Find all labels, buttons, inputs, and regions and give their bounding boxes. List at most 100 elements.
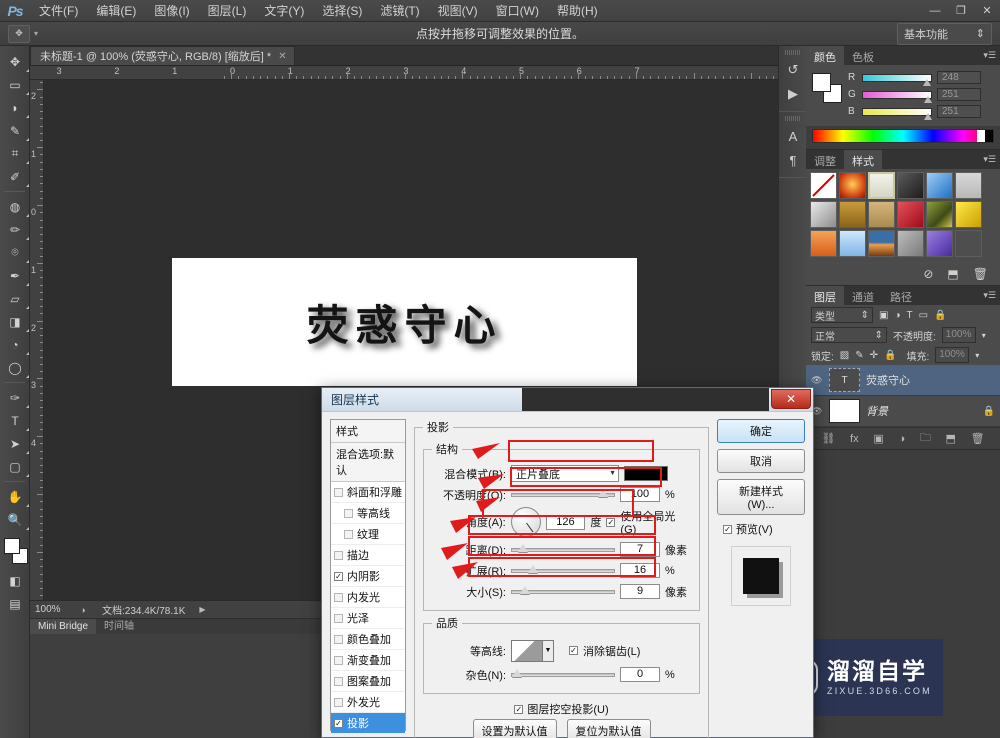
style-option-checkbox[interactable] [334,697,343,707]
maximize-button[interactable]: ❐ [948,0,974,22]
style-option-3[interactable]: 描边 [331,545,405,566]
style-option-7[interactable]: 颜色叠加 [331,629,405,650]
style-swatch-dark-texture[interactable] [897,172,924,199]
menu-item-4[interactable]: 文字(Y) [255,0,313,22]
type-tool[interactable]: T [0,409,30,432]
style-swatch-grey-flat[interactable] [955,172,982,199]
style-swatch-grey-bevel[interactable] [810,201,837,228]
channel-slider-knob[interactable] [924,95,933,103]
channel-slider-B[interactable] [862,107,933,120]
spread-value[interactable]: 16 [620,563,660,578]
style-option-checkbox[interactable] [344,508,353,518]
panel-menu-icon[interactable]: ▾☰ [983,290,996,301]
tab-layers-1[interactable]: 通道 [844,286,882,305]
close-icon[interactable]: ✕ [278,51,286,62]
opacity-slider[interactable] [511,488,615,497]
noise-value[interactable]: 0 [620,667,660,682]
style-swatch-purple-box[interactable] [926,230,953,257]
menu-item-3[interactable]: 图层(L) [199,0,256,22]
lock-position-icon[interactable]: ✛ [870,350,878,361]
tab-color-0[interactable]: 颜色 [806,46,844,65]
style-swatch-red-box[interactable] [897,201,924,228]
color-spectrum-ramp[interactable] [812,129,994,143]
style-swatch-blue-fold[interactable] [926,172,953,199]
menu-item-1[interactable]: 编辑(E) [87,0,145,22]
screen-mode-button[interactable]: ▤ [0,592,30,615]
size-slider-knob[interactable] [520,585,530,594]
style-option-11[interactable]: ✓ 投影 [331,713,405,734]
bottom-tab-1[interactable]: 时间轴 [96,619,142,635]
contour-preview[interactable] [511,639,543,662]
character-icon[interactable]: A [779,124,807,148]
crop-tool[interactable]: ⌗ [0,142,30,165]
hand-tool[interactable]: ✋ [0,485,30,508]
shadow-color-swatch[interactable] [624,466,668,481]
channel-value-R[interactable]: 248 [937,71,981,84]
black-chip[interactable] [985,130,993,142]
gradient-tool[interactable]: ◨ [0,310,30,333]
channel-slider-G[interactable] [862,90,933,103]
adjustment-layer-icon[interactable]: ◑ [898,433,905,445]
style-option-0[interactable]: 斜面和浮雕 [331,482,405,503]
layer-filter-type[interactable]: 类型 ⇕ [811,307,873,323]
foreground-background-color[interactable] [0,535,30,569]
layer-row[interactable]: 👁 T 荧惑守心 [806,365,1000,396]
history-brush-tool[interactable]: ✒ [0,264,30,287]
dodge-tool[interactable]: ◯ [0,356,30,379]
channel-slider-R[interactable] [862,73,932,86]
channel-slider-knob[interactable] [924,112,933,120]
actions-icon[interactable]: ▶ [779,82,807,106]
distance-slider[interactable] [511,543,615,552]
tab-layers-2[interactable]: 路径 [882,286,920,305]
style-option-2[interactable]: 纹理 [331,524,405,545]
angle-dial[interactable] [510,507,541,537]
panel-grip[interactable] [785,116,800,121]
fill-caret-icon[interactable]: ▾ [975,351,979,360]
angle-value[interactable]: 126 [545,514,586,530]
foreground-color-swatch[interactable] [4,538,20,554]
tab-color-1[interactable]: 色板 [844,46,882,65]
eraser-tool[interactable]: ▱ [0,287,30,310]
layer-mask-icon[interactable]: ▣ [873,432,883,445]
layer-row[interactable]: 👁 背景 🔒 [806,396,1000,427]
style-option-checkbox[interactable] [334,655,343,665]
lock-image-icon[interactable]: ✎ [855,350,863,361]
filter-shape-icon[interactable]: ▭ [919,310,928,321]
fill-value[interactable]: 100% [935,347,970,363]
style-option-checkbox[interactable] [334,676,343,686]
document-tab[interactable]: 未标题-1 @ 100% (荧惑守心, RGB/8) [缩放后] * ✕ [30,46,295,65]
clone-stamp-tool[interactable]: ⌾ [0,241,30,264]
style-option-checkbox[interactable] [334,550,343,560]
style-swatch-sky-gradient[interactable] [839,230,866,257]
style-swatch-camo-pattern[interactable] [926,201,953,228]
style-swatch-tan-gradient[interactable] [839,201,866,228]
style-option-checkbox[interactable]: ✓ [334,571,343,581]
noise-slider[interactable] [511,668,615,677]
menu-item-9[interactable]: 帮助(H) [548,0,607,22]
menu-item-8[interactable]: 窗口(W) [487,0,548,22]
reset-default-button[interactable]: 复位为默认值 [566,719,651,738]
style-option-checkbox[interactable] [334,613,343,623]
dialog-title-bar[interactable]: 图层样式 ✕ [322,388,813,412]
eye-icon[interactable]: 👁 [811,375,823,386]
spread-slider[interactable] [511,564,615,573]
style-option-9[interactable]: 图案叠加 [331,671,405,692]
style-option-4[interactable]: ✓ 内阴影 [331,566,405,587]
clip-layer-icon[interactable]: ⬒ [947,267,958,281]
bottom-tab-0[interactable]: Mini Bridge [30,618,97,635]
layer-style-icon[interactable]: fx [850,433,859,445]
history-icon[interactable]: ↺ [779,58,807,82]
cancel-button[interactable]: 取消 [717,449,805,473]
close-button[interactable]: ✕ [974,0,1000,22]
channel-slider-knob[interactable] [922,78,931,86]
tab-layers-0[interactable]: 图层 [806,286,844,305]
paragraph-icon[interactable]: ¶ [779,148,807,172]
white-chip[interactable] [977,130,985,142]
style-option-8[interactable]: 渐变叠加 [331,650,405,671]
delete-icon[interactable]: 🗑 [973,267,988,281]
new-layer-icon[interactable]: ⬒ [946,432,956,445]
tab-styles-0[interactable]: 调整 [806,150,844,169]
style-option-checkbox[interactable]: ✓ [334,718,343,728]
blur-tool[interactable]: ◔ [0,333,30,356]
style-swatch-noise-grey[interactable] [897,230,924,257]
